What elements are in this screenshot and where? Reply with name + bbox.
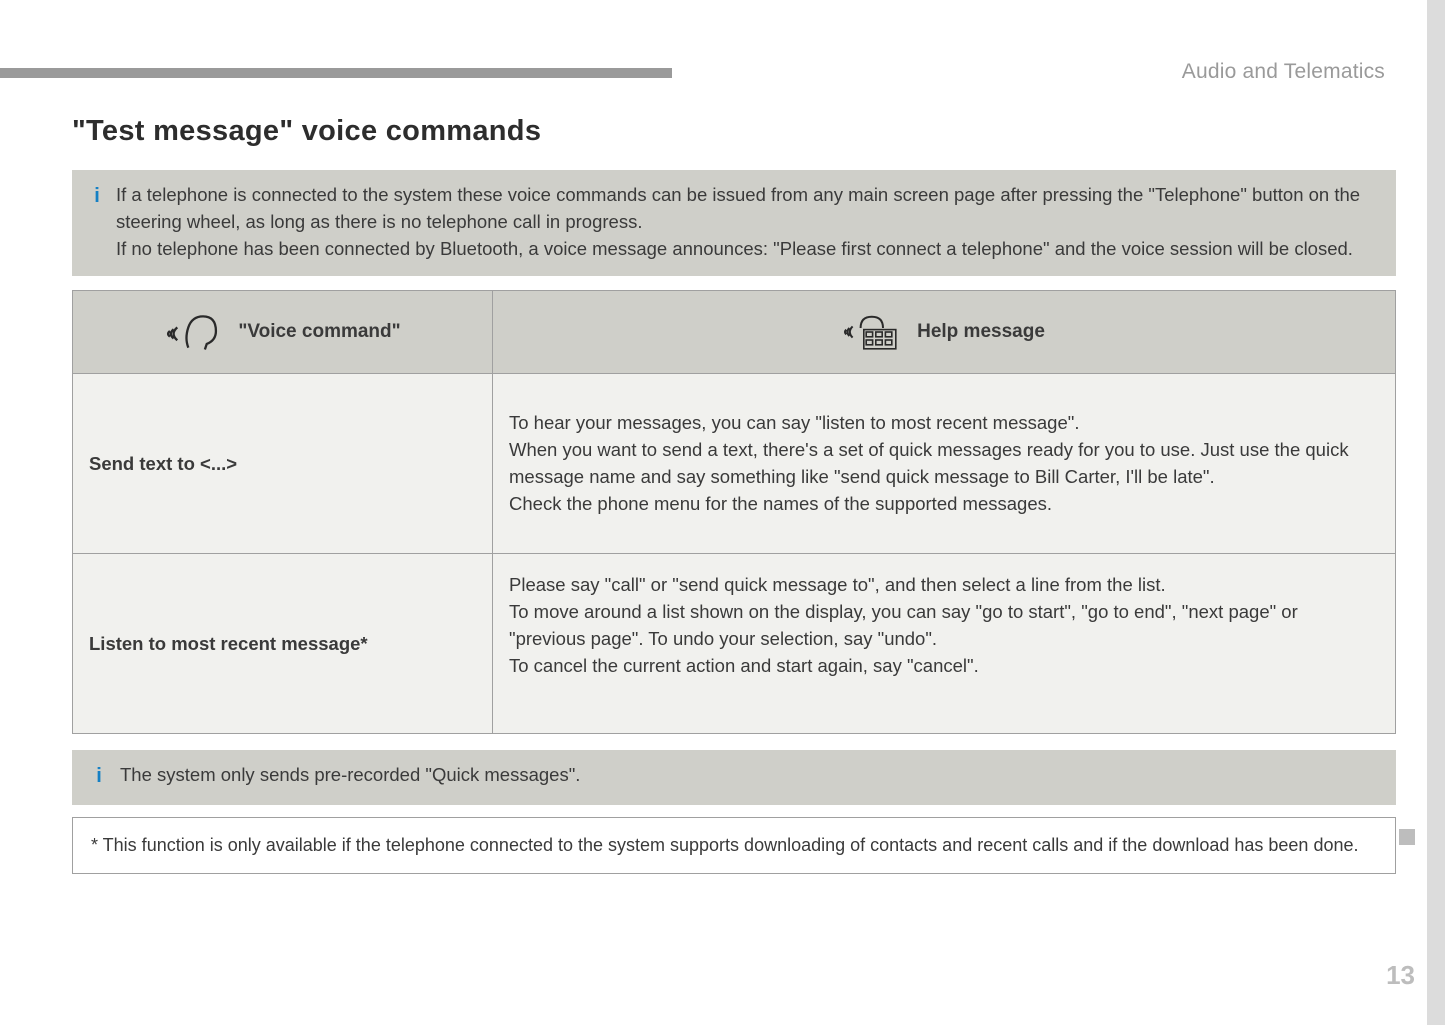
top-rule [0,68,672,78]
info-box-2: i The system only sends pre-recorded "Qu… [72,750,1396,805]
footnote: * This function is only available if the… [72,817,1396,873]
th-help-message-label: Help message [917,321,1045,343]
section-label: Audio and Telematics [1182,60,1385,84]
page-marker-square [1399,829,1415,845]
info-icon: i [92,762,106,791]
voice-commands-table: "Voice command" [72,290,1396,734]
th-voice-command-label: "Voice command" [238,321,400,343]
info-icon: i [92,182,102,262]
scrollbar[interactable] [1427,0,1445,1025]
cmd-cell: Listen to most recent message* [73,554,493,734]
page: Audio and Telematics "Test message" voic… [0,0,1445,1025]
th-voice-command: "Voice command" [73,291,493,374]
help-cell: Please say "call" or "send quick message… [493,554,1396,734]
main-content: "Test message" voice commands i If a tel… [72,115,1396,874]
scrollbar-thumb[interactable] [1427,0,1445,1025]
th-help-message: Help message [493,291,1396,374]
voice-head-icon [164,309,220,355]
voice-keypad-icon [843,309,899,355]
info-text-2: The system only sends pre-recorded "Quic… [120,762,580,791]
info-box-1: i If a telephone is connected to the sys… [72,170,1396,276]
cmd-cell: Send text to <...> [73,374,493,554]
table-row: Listen to most recent message* Please sa… [73,554,1396,734]
page-title: "Test message" voice commands [72,115,1396,148]
page-number: 13 [1386,960,1415,991]
help-cell: To hear your messages, you can say "list… [493,374,1396,554]
table-row: Send text to <...> To hear your messages… [73,374,1396,554]
info-text-1: If a telephone is connected to the syste… [116,182,1376,262]
